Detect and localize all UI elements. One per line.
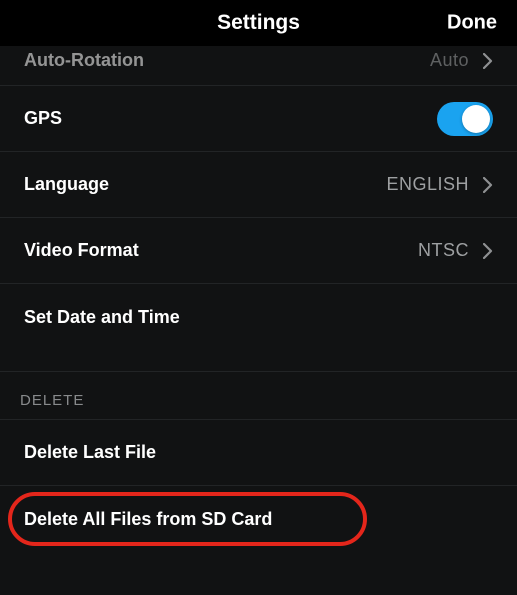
settings-list: Auto-Rotation Auto GPS Language ENGLISH [0, 46, 517, 595]
section-delete-header: DELETE [0, 372, 517, 420]
row-auto-rotation[interactable]: Auto-Rotation Auto [0, 50, 517, 86]
row-delete-last-file[interactable]: Delete Last File [0, 420, 517, 486]
auto-rotation-value: Auto [430, 50, 469, 71]
video-format-value: NTSC [418, 240, 469, 261]
done-button[interactable]: Done [447, 12, 497, 35]
auto-rotation-right: Auto [430, 50, 493, 71]
delete-all-files-label: Delete All Files from SD Card [24, 509, 272, 530]
video-format-label: Video Format [24, 240, 139, 261]
row-gps[interactable]: GPS [0, 86, 517, 152]
delete-last-file-label: Delete Last File [24, 442, 156, 463]
video-format-right: NTSC [418, 240, 493, 261]
settings-screen: Settings Done Auto-Rotation Auto GPS Lan… [0, 0, 517, 595]
page-title: Settings [217, 11, 300, 35]
set-date-time-label: Set Date and Time [24, 307, 180, 328]
row-language[interactable]: Language ENGLISH [0, 152, 517, 218]
row-video-format[interactable]: Video Format NTSC [0, 218, 517, 284]
language-label: Language [24, 174, 109, 195]
language-value: ENGLISH [386, 174, 469, 195]
auto-rotation-label: Auto-Rotation [24, 50, 144, 71]
language-right: ENGLISH [386, 174, 493, 195]
header-bar: Settings Done [0, 0, 517, 46]
toggle-knob [462, 105, 490, 133]
chevron-right-icon [483, 53, 493, 69]
gps-label: GPS [24, 108, 62, 129]
gps-right [437, 102, 493, 136]
section-gap [0, 350, 517, 372]
row-set-date-time[interactable]: Set Date and Time [0, 284, 517, 350]
chevron-right-icon [483, 243, 493, 259]
row-delete-all-files[interactable]: Delete All Files from SD Card [0, 486, 517, 552]
chevron-right-icon [483, 177, 493, 193]
gps-toggle[interactable] [437, 102, 493, 136]
